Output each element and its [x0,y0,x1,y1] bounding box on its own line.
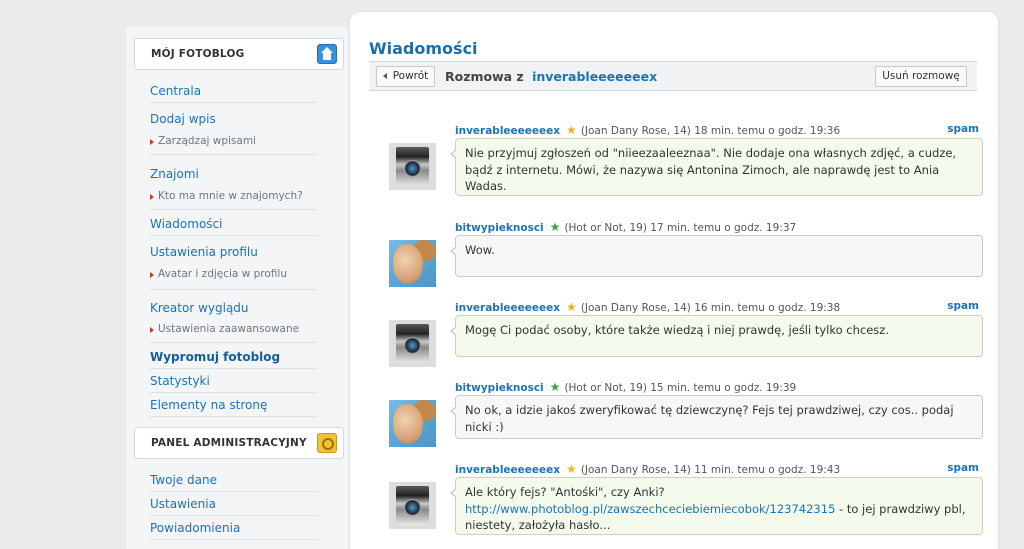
conversation-prefix: Rozmowa z [445,69,524,84]
sidebar-item-ustawienia-profilu[interactable]: Ustawienia profilu [150,245,318,259]
page-title: Wiadomości [369,39,478,58]
section-header-my-fotoblog: MÓJ FOTOBLOG [134,38,344,70]
message-author[interactable]: inverableeeeeeex [455,464,560,476]
message-info: (Joan Dany Rose, 14) 11 min. temu o godz… [580,464,841,476]
divider [150,289,318,290]
message-meta: inverableeeeeeex ★ (Joan Dany Rose, 14) 16… [455,300,840,314]
divider [150,392,318,393]
sidebar-item-wiadomosci[interactable]: Wiadomości [150,217,318,231]
sidebar-subitem-kto-ma-mnie[interactable]: Kto ma mnie w znajomych? [150,190,318,202]
divider [150,342,318,343]
sidebar-subitem-zarzadzaj-wpisami[interactable]: Zarządzaj wpisami [150,135,318,147]
message-bubble: Nie przyjmuj zgłoszeń od "niieezaaleezna… [450,138,983,196]
message-item: inverableeeeeeex ★ (Joan Dany Rose, 14) 16… [370,300,983,367]
avatar[interactable] [389,320,436,367]
divider [150,209,318,210]
sidebar-item-kreator-wygladu[interactable]: Kreator wyglądu [150,301,318,315]
message-link[interactable]: http://www.photoblog.pl/zawszechceciebie… [465,502,835,516]
divider [150,102,318,103]
avatar[interactable] [389,482,436,529]
spam-link[interactable]: spam [947,462,979,474]
message-meta: bitwypieknosci ★ (Hot or Not, 19) 17 min. … [455,220,796,234]
home-icon[interactable] [317,44,337,64]
star-icon: ★ [566,123,577,137]
sidebar-subitem-avatar[interactable]: Avatar i zdjęcia w profilu [150,268,318,280]
message-meta: inverableeeeeeex ★ (Joan Dany Rose, 14) 18… [455,123,840,137]
section-header-admin-panel: PANEL ADMINISTRACYJNY [134,427,344,459]
delete-conversation-button[interactable]: Usuń rozmowę [875,66,967,87]
message-info: (Joan Dany Rose, 14) 18 min. temu o godz… [580,125,841,137]
message-author[interactable]: inverableeeeeeex [455,125,560,137]
avatar[interactable] [389,143,436,190]
message-bubble: Mogę Ci podać osoby, które także wiedzą … [450,315,983,357]
sidebar-item-znajomi[interactable]: Znajomi [150,167,318,181]
message-item: inverableeeeeeex ★ (Joan Dany Rose, 14) 18… [370,123,983,199]
message-text: Ale który fejs? "Antośki", czy Anki? [465,485,665,499]
divider [150,539,318,540]
sidebar-subitem-ustawienia-zaawansowane[interactable]: Ustawienia zaawansowane [150,323,318,335]
back-button-label: Powrót [392,70,429,82]
sidebar-item-dodaj-wpis[interactable]: Dodaj wpis [150,112,318,126]
sidebar-item-centrala[interactable]: Centrala [150,84,318,98]
message-meta: inverableeeeeeex ★ (Joan Dany Rose, 14) 11… [455,462,840,476]
conversation-user-link[interactable]: inverableeeeeeex [532,69,657,84]
message-author[interactable]: inverableeeeeeex [455,302,560,314]
avatar[interactable] [389,240,436,287]
divider [150,515,318,516]
message-item: bitwypieknosci ★ (Hot or Not, 19) 17 min. … [370,220,983,287]
star-icon: ★ [566,462,577,476]
divider [150,416,318,417]
message-bubble: Wow. [450,235,983,277]
spam-link[interactable]: spam [947,300,979,312]
section-title: MÓJ FOTOBLOG [151,48,245,60]
section-title: PANEL ADMINISTRACYJNY [151,437,307,449]
message-info: (Hot or Not, 19) 15 min. temu o godz. 19… [564,382,797,394]
divider [150,491,318,492]
star-icon: ★ [549,380,561,394]
divider [150,368,318,369]
message-info: (Hot or Not, 19) 17 min. temu o godz. 19… [564,222,797,234]
conversation-title: Rozmowa z inverableeeeeeex [445,69,657,84]
spam-link[interactable]: spam [947,123,979,135]
message-author[interactable]: bitwypieknosci [455,382,544,394]
sidebar-item-statystyki[interactable]: Statystyki [150,374,318,388]
message-author[interactable]: bitwypieknosci [455,222,544,234]
sidebar-item-ustawienia[interactable]: Ustawienia [150,497,318,511]
sidebar: MÓJ FOTOBLOG Centrala Dodaj wpis Zarządz… [126,26,348,549]
message-info: (Joan Dany Rose, 14) 16 min. temu o godz… [580,302,841,314]
back-button[interactable]: Powrót [376,66,435,87]
settings-icon[interactable] [317,433,337,453]
message-item: inverableeeeeeex ★ (Joan Dany Rose, 14) 11… [370,462,983,542]
message-bubble: Ale który fejs? "Antośki", czy Anki? htt… [450,477,983,535]
main-panel: Wiadomości Powrót Rozmowa z inverableeee… [350,12,998,549]
divider [150,154,318,155]
sidebar-item-elementy[interactable]: Elementy na stronę [150,398,318,412]
star-icon: ★ [566,300,577,314]
divider [150,235,318,236]
message-item: bitwypieknosci ★ (Hot or Not, 19) 15 min. … [370,380,983,447]
message-bubble: No ok, a idzie jakoś zweryfikować tę dzi… [450,395,983,439]
message-meta: bitwypieknosci ★ (Hot or Not, 19) 15 min. … [455,380,796,394]
conversation-toolbar: Powrót Rozmowa z inverableeeeeeex Usuń r… [369,61,977,91]
arrow-left-icon [383,73,387,79]
sidebar-item-twoje-dane[interactable]: Twoje dane [150,473,318,487]
sidebar-item-wypromuj[interactable]: Wypromuj fotoblog [150,350,318,364]
avatar[interactable] [389,400,436,447]
sidebar-item-powiadomienia[interactable]: Powiadomienia [150,521,318,535]
star-icon: ★ [549,220,561,234]
